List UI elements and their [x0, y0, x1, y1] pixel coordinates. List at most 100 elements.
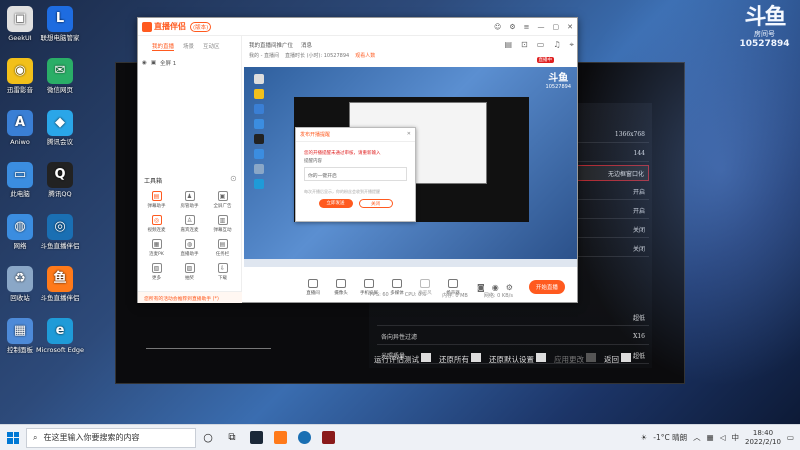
desktop-icon[interactable]: ◆ 腾讯会议	[35, 110, 85, 146]
desktop-app-icon: Q	[47, 162, 73, 188]
status-item: CPU: 0%	[404, 292, 427, 298]
toolbox-item[interactable]: ◍ 直播助手	[173, 239, 206, 257]
weather-icon[interactable]: ☀	[641, 433, 648, 442]
desktop-app-icon: ◍	[7, 214, 33, 240]
divider	[146, 348, 271, 349]
source-button[interactable]: 直播间	[303, 278, 323, 296]
douyu-taskbar-icon[interactable]	[268, 425, 292, 450]
desktop-icon-label: Microsoft Edge	[35, 346, 84, 354]
eye-icon[interactable]: ◉	[492, 283, 499, 292]
ime-indicator[interactable]: 中	[732, 432, 740, 443]
setting-label: 各向异性过滤	[381, 334, 418, 341]
tool-label: 房管助手	[180, 204, 199, 209]
stream-preview[interactable]: 斗鱼 10527894 发布开播提醒 ✕ 您的开播提醒未通过审核，请重新输入 提醒内…	[244, 67, 577, 267]
dialog-field-label: 提醒内容	[304, 159, 322, 164]
cortana-icon[interactable]: ○	[196, 425, 220, 450]
left-tab[interactable]: 场景	[183, 42, 194, 51]
tray-arrow-icon[interactable]: ︿	[693, 432, 701, 443]
share-icon[interactable]: ⌖	[569, 40, 574, 50]
camera-icon[interactable]: ◙	[477, 283, 485, 292]
desktop-icon[interactable]: ◎ 斗鱼直播伴侣	[35, 214, 85, 250]
settings-row[interactable]: 各向异性过滤 X16	[377, 329, 649, 345]
dialog-hint: 每次开播后显示，你的粉丝会收到开播提醒	[304, 189, 380, 194]
minimize-icon[interactable]: —	[538, 23, 545, 31]
toolbox-item[interactable]: ♟ 房管助手	[173, 191, 206, 209]
dialog-close-icon[interactable]: ✕	[407, 131, 411, 138]
clock[interactable]: 18:40 2022/2/10	[745, 429, 781, 447]
network-icon[interactable]: ▦	[707, 433, 714, 442]
settings-icon[interactable]: ⚙	[509, 23, 515, 31]
desktop-icon[interactable]: ✉ 微信网页	[35, 58, 85, 94]
apply-button[interactable]: 应用更改	[554, 353, 596, 365]
toolbox-item[interactable]: ▦ 连麦PK	[140, 239, 173, 257]
record-icon[interactable]: ▭	[537, 40, 545, 50]
gear-icon[interactable]: ⚙	[506, 283, 513, 292]
setting-value: 无边框窗口化	[607, 170, 644, 178]
setting-value: 1366x768	[614, 131, 645, 138]
desktop-icon[interactable]: L 联想电脑管家	[35, 6, 85, 42]
left-tab[interactable]: 我的直播	[152, 42, 175, 51]
version-badge[interactable]: (版本)	[190, 21, 212, 32]
desktop-app-icon: 鱼	[47, 266, 73, 292]
dialog-cancel-button[interactable]: 关闭	[358, 199, 393, 208]
reset-all-button[interactable]: 还原所有	[439, 353, 481, 365]
send-button[interactable]: 立即发送	[318, 199, 353, 208]
steam-icon[interactable]	[244, 425, 268, 450]
taskbar: ⌕ 在这里输入你要搜索的内容 ○ ⧉ ☀ -1°C 晴朗 ︿ ▦ ◁ 中 18:…	[0, 424, 800, 450]
setting-value: 开启	[632, 189, 645, 196]
toolbox-item[interactable]: ▤ 弹幕助手	[140, 191, 173, 209]
desktop-icon[interactable]: Q 腾讯QQ	[35, 162, 85, 198]
desktop: ▣ GeekUI L 联想电脑管家 ◉ 迅雷影音 ✉ 微信网页 A Aniwo ◆ 腾讯会议 ▭ 此电脑 Q…	[0, 0, 800, 424]
user-icon[interactable]: ☺	[494, 23, 501, 31]
left-tab[interactable]: 互动区	[203, 42, 220, 51]
reset-default-button[interactable]: 还原默认设置	[489, 353, 546, 365]
toolbox-item[interactable]: ▥ 弹幕互动	[206, 215, 239, 233]
toolbox-grid: ▤ 弹幕助手 ♟ 房管助手 ▣ 全屏广告 ◎ 视频连麦 ♙ 嘉宾连麦 ▥ 弹幕互动 ▦ 连麦PK ◍ 直播助手…	[140, 191, 240, 281]
toolbox-item[interactable]: ▤ 任务栏	[206, 239, 239, 257]
setting-value: 开启	[632, 208, 645, 215]
app-titlebar: 直播伴侣 (版本) ☺ ⚙ ≡ — ▢ ✕	[138, 18, 577, 36]
game-taskbar-icon[interactable]	[316, 425, 340, 450]
stream-info: 观看人数	[355, 53, 376, 59]
desktop-icon-label: 斗鱼直播伴侣	[40, 294, 80, 302]
toolbox-item[interactable]: ⇩ 下载	[206, 263, 239, 281]
screenshot-icon[interactable]: ▤	[504, 40, 512, 50]
back-button[interactable]: 返回	[604, 353, 631, 365]
lock-icon[interactable]: ⊡	[521, 40, 528, 50]
desktop-app-icon: L	[47, 6, 73, 32]
toolbox-item[interactable]: ♙ 嘉宾连麦	[173, 215, 206, 233]
toolbox-item[interactable]: ▨ 抽奖	[173, 263, 206, 281]
source-button[interactable]: 摄像头	[331, 278, 351, 296]
notification-icon[interactable]: ▭	[787, 433, 794, 442]
maximize-icon[interactable]: ▢	[553, 23, 560, 31]
run-benchmark-button[interactable]: 运行评估测试	[374, 353, 431, 365]
toolbox-item[interactable]: ▣ 全屏广告	[206, 191, 239, 209]
desktop-icon[interactable]: e Microsoft Edge	[35, 318, 85, 354]
menu-icon[interactable]: ≡	[524, 23, 530, 31]
settings-row[interactable]: 超低	[377, 310, 649, 326]
weather-text[interactable]: -1°C 晴朗	[653, 432, 687, 443]
app-taskbar-icon[interactable]	[292, 425, 316, 450]
close-icon[interactable]: ✕	[567, 23, 573, 31]
windows-icon	[7, 431, 19, 444]
toolbox-settings-icon[interactable]: ⊙	[230, 174, 237, 183]
volume-icon[interactable]: ◁	[720, 433, 726, 442]
taskbar-search[interactable]: ⌕ 在这里输入你要搜索的内容	[26, 427, 196, 448]
desktop-icon[interactable]: 鱼斗鱼直播伴侣	[35, 266, 85, 302]
preview-douyu-logo: 斗鱼 10527894	[545, 73, 571, 90]
task-view-icon[interactable]: ⧉	[220, 425, 244, 450]
scene-row[interactable]: ◉ ▣ 全屏 1	[142, 59, 241, 67]
bell-icon[interactable]: ♫	[553, 40, 560, 50]
dialog-warning: 您的开播提醒未通过审核，请重新输入	[304, 151, 381, 156]
eye-icon[interactable]: ◉	[142, 60, 147, 66]
reminder-input[interactable]: 你的一键开启	[304, 167, 407, 181]
toolbox-item[interactable]: ▧ 更多	[140, 263, 173, 281]
right-tab[interactable]: 消息	[301, 41, 312, 49]
left-footer-notice[interactable]: 您所有的活动会推荐到直播助手 (*)	[138, 291, 242, 303]
search-icon: ⌕	[33, 432, 38, 442]
right-tab[interactable]: 我的直播间推广位	[249, 41, 293, 49]
source-icon	[392, 278, 402, 288]
toolbox-item[interactable]: ◎ 视频连麦	[140, 215, 173, 233]
start-button[interactable]	[0, 425, 26, 450]
lock-icon[interactable]: ▣	[151, 60, 156, 66]
